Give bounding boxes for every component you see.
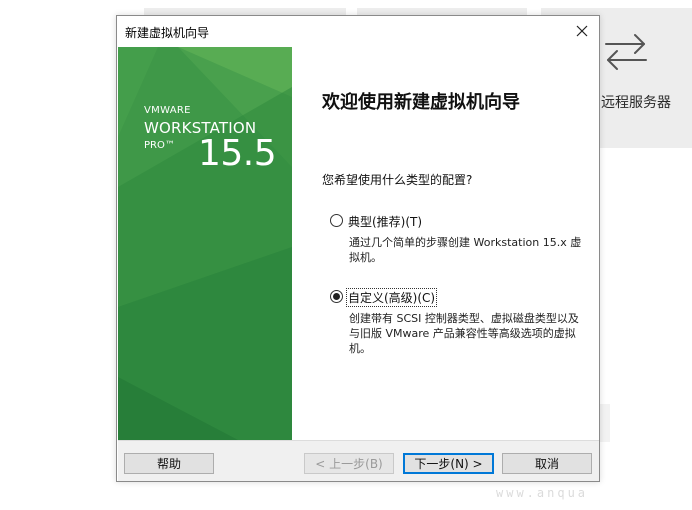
option-typical-label[interactable]: 典型(推荐)(T) — [347, 213, 423, 230]
dialog-footer: 帮助 < 上一步(B) 下一步(N) > 取消 — [118, 441, 599, 481]
vmware-logo-text: VMWARE — [144, 105, 191, 116]
cancel-button[interactable]: 取消 — [502, 453, 592, 474]
option-custom-label[interactable]: 自定义(高级)(C) — [345, 288, 438, 307]
close-button[interactable] — [565, 16, 599, 47]
arrows-swap-icon — [604, 32, 648, 72]
dialog-titlebar[interactable]: 新建虚拟机向导 — [117, 16, 599, 47]
new-vm-wizard-dialog: 新建虚拟机向导 VMWARE WORKSTATION PRO™ 15.5 欢迎使… — [116, 15, 600, 482]
close-icon — [576, 22, 588, 41]
config-question: 您希望使用什么类型的配置? — [322, 173, 473, 187]
help-button[interactable]: 帮助 — [124, 453, 214, 474]
watermark-text: www.anqua — [496, 486, 589, 500]
page-title: 欢迎使用新建虚拟机向导 — [322, 92, 520, 113]
option-typical-description: 通过几个简单的步骤创建 Workstation 15.x 虚拟机。 — [349, 236, 582, 264]
radio-typical[interactable] — [330, 214, 343, 227]
next-button[interactable]: 下一步(N) > — [403, 453, 494, 474]
radio-selected-dot — [333, 293, 340, 300]
option-custom-description: 创建带有 SCSI 控制器类型、虚拟磁盘类型以及与旧版 VMware 产品兼容性… — [349, 312, 579, 355]
back-button[interactable]: < 上一步(B) — [304, 453, 394, 474]
product-edition: PRO™ — [144, 140, 175, 151]
vmware-banner: VMWARE WORKSTATION PRO™ 15.5 — [118, 47, 292, 440]
dialog-title: 新建虚拟机向导 — [125, 26, 210, 40]
remote-server-label[interactable]: 远程服务器 — [601, 92, 671, 112]
product-version: 15.5 — [198, 133, 277, 174]
radio-custom[interactable] — [330, 290, 343, 303]
